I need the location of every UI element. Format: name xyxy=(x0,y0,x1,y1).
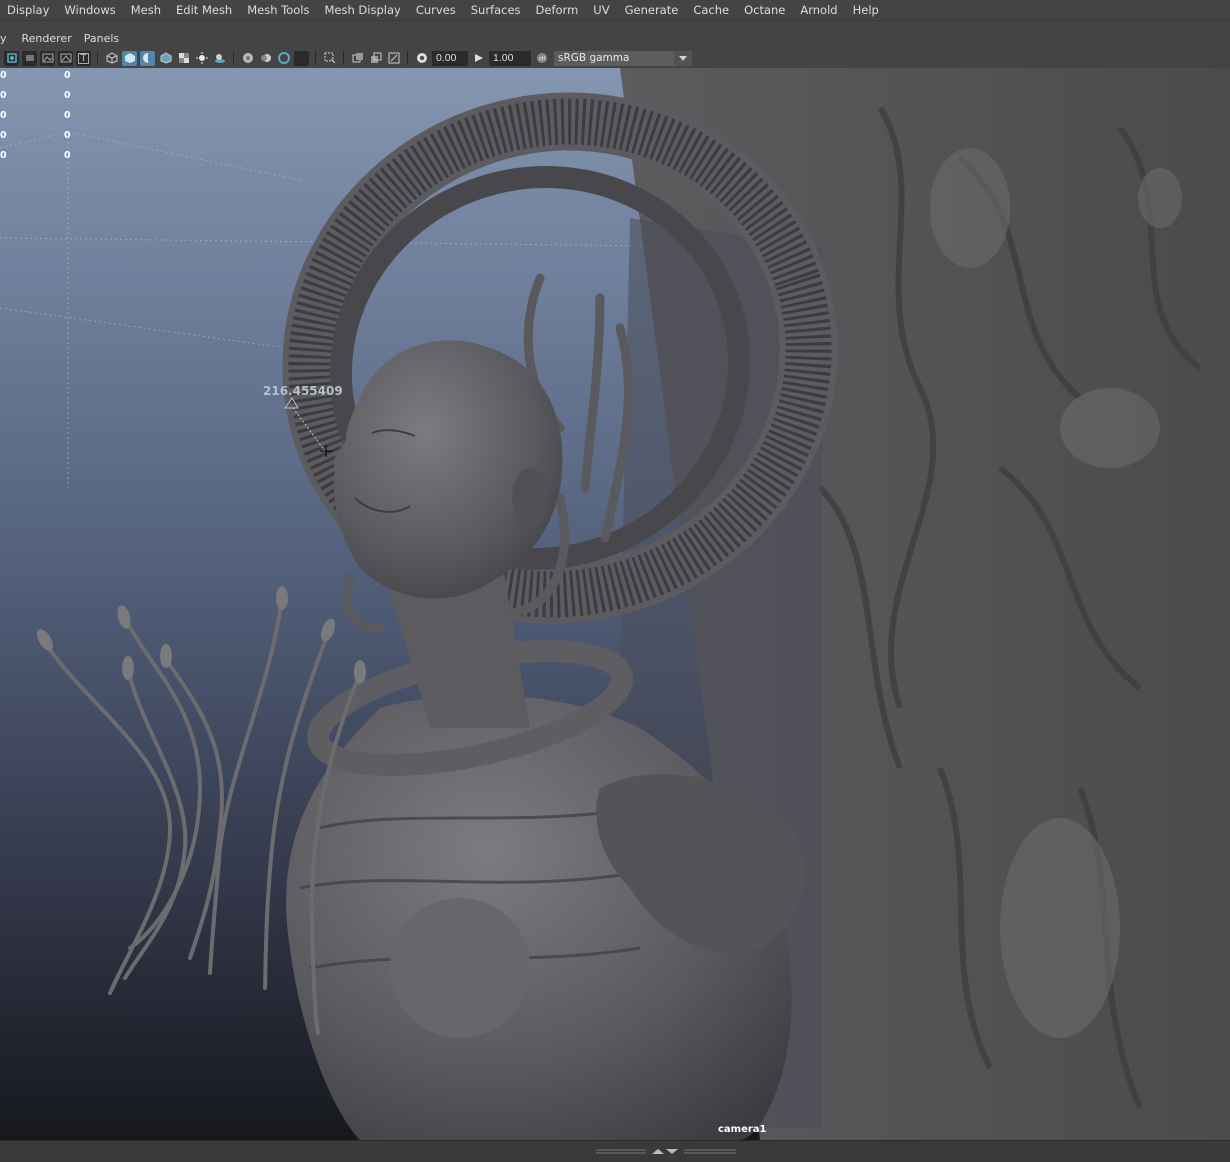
chevron-down-icon xyxy=(674,50,692,66)
panel-menu-renderer[interactable]: Renderer xyxy=(16,32,78,45)
svg-text:ctl: ctl xyxy=(538,56,544,62)
menu-generate[interactable]: Generate xyxy=(617,3,686,17)
menu-cache[interactable]: Cache xyxy=(685,3,736,17)
panel-resize-grip[interactable] xyxy=(596,1148,736,1154)
anti-aliasing-icon[interactable] xyxy=(276,51,291,66)
exposure-icon[interactable] xyxy=(414,51,429,66)
depth-of-field-icon[interactable] xyxy=(294,50,309,66)
menu-mesh-display[interactable]: Mesh Display xyxy=(316,3,407,17)
toolbar-separator xyxy=(407,51,408,65)
distance-measure-label: 216.455409 xyxy=(263,384,343,398)
shaded-wireframe-icon[interactable] xyxy=(158,51,173,66)
2d-pan-zoom-icon[interactable]: T xyxy=(76,50,91,66)
xray-joints-icon[interactable] xyxy=(368,51,383,66)
chest-mesh xyxy=(390,898,530,1038)
toolbar-separator xyxy=(97,51,98,65)
frame-all-icon[interactable] xyxy=(386,51,401,66)
viewport-toolbar: T ctl sRGB gamma xyxy=(0,48,1230,68)
gamma-icon[interactable] xyxy=(471,51,486,66)
toolbar-separator xyxy=(343,51,344,65)
image-plane-2-icon[interactable] xyxy=(58,50,73,66)
menu-surfaces[interactable]: Surfaces xyxy=(463,3,528,17)
color-space-dropdown[interactable]: sRGB gamma xyxy=(554,50,692,66)
motion-blur-icon[interactable] xyxy=(258,51,273,66)
camera-attributes-icon[interactable] xyxy=(4,50,19,66)
toolbar-separator xyxy=(315,51,316,65)
menu-mesh[interactable]: Mesh xyxy=(123,3,168,17)
default-material-icon[interactable] xyxy=(140,50,155,66)
bottom-status-bar xyxy=(0,1140,1230,1162)
menu-deform[interactable]: Deform xyxy=(528,3,586,17)
smooth-shade-icon[interactable] xyxy=(122,50,137,66)
lights-icon[interactable] xyxy=(194,51,209,66)
shadows-icon[interactable] xyxy=(212,51,227,66)
menu-uv[interactable]: UV xyxy=(585,3,616,17)
main-menu-bar: Display Windows Mesh Edit Mesh Mesh Tool… xyxy=(0,0,1230,21)
scene-render xyxy=(0,68,1230,1140)
panel-menu-lighting[interactable]: y xyxy=(0,32,16,45)
panel-menu-panels[interactable]: Panels xyxy=(78,32,125,45)
color-space-value: sRGB gamma xyxy=(558,51,630,64)
menu-octane[interactable]: Octane xyxy=(736,3,792,17)
panel-menu-bar: y Renderer Panels xyxy=(0,30,1230,47)
ambient-occlusion-icon[interactable] xyxy=(240,51,255,66)
menu-display[interactable]: Display xyxy=(0,3,56,17)
isolate-select-icon[interactable] xyxy=(322,51,337,66)
menu-windows[interactable]: Windows xyxy=(56,3,122,17)
ear-mesh xyxy=(512,468,548,528)
menu-curves[interactable]: Curves xyxy=(408,3,463,17)
camera-bookmark-icon[interactable] xyxy=(22,50,37,66)
menu-mesh-tools[interactable]: Mesh Tools xyxy=(239,3,316,17)
image-plane-icon[interactable] xyxy=(40,50,55,66)
toolbar-separator xyxy=(233,51,234,65)
textured-icon[interactable] xyxy=(176,51,191,66)
3d-viewport[interactable]: 00 00 00 00 00 216.455409 xyxy=(0,68,1230,1140)
menu-arnold[interactable]: Arnold xyxy=(792,3,844,17)
wireframe-icon[interactable] xyxy=(104,51,119,66)
camera-name-label: camera1 xyxy=(718,1124,767,1135)
menu-help[interactable]: Help xyxy=(845,3,886,17)
exposure-field[interactable] xyxy=(432,50,468,66)
view-transform-icon[interactable]: ctl xyxy=(534,51,549,66)
menu-edit-mesh[interactable]: Edit Mesh xyxy=(168,3,239,17)
gamma-field[interactable] xyxy=(489,50,531,66)
xray-icon[interactable] xyxy=(350,51,365,66)
